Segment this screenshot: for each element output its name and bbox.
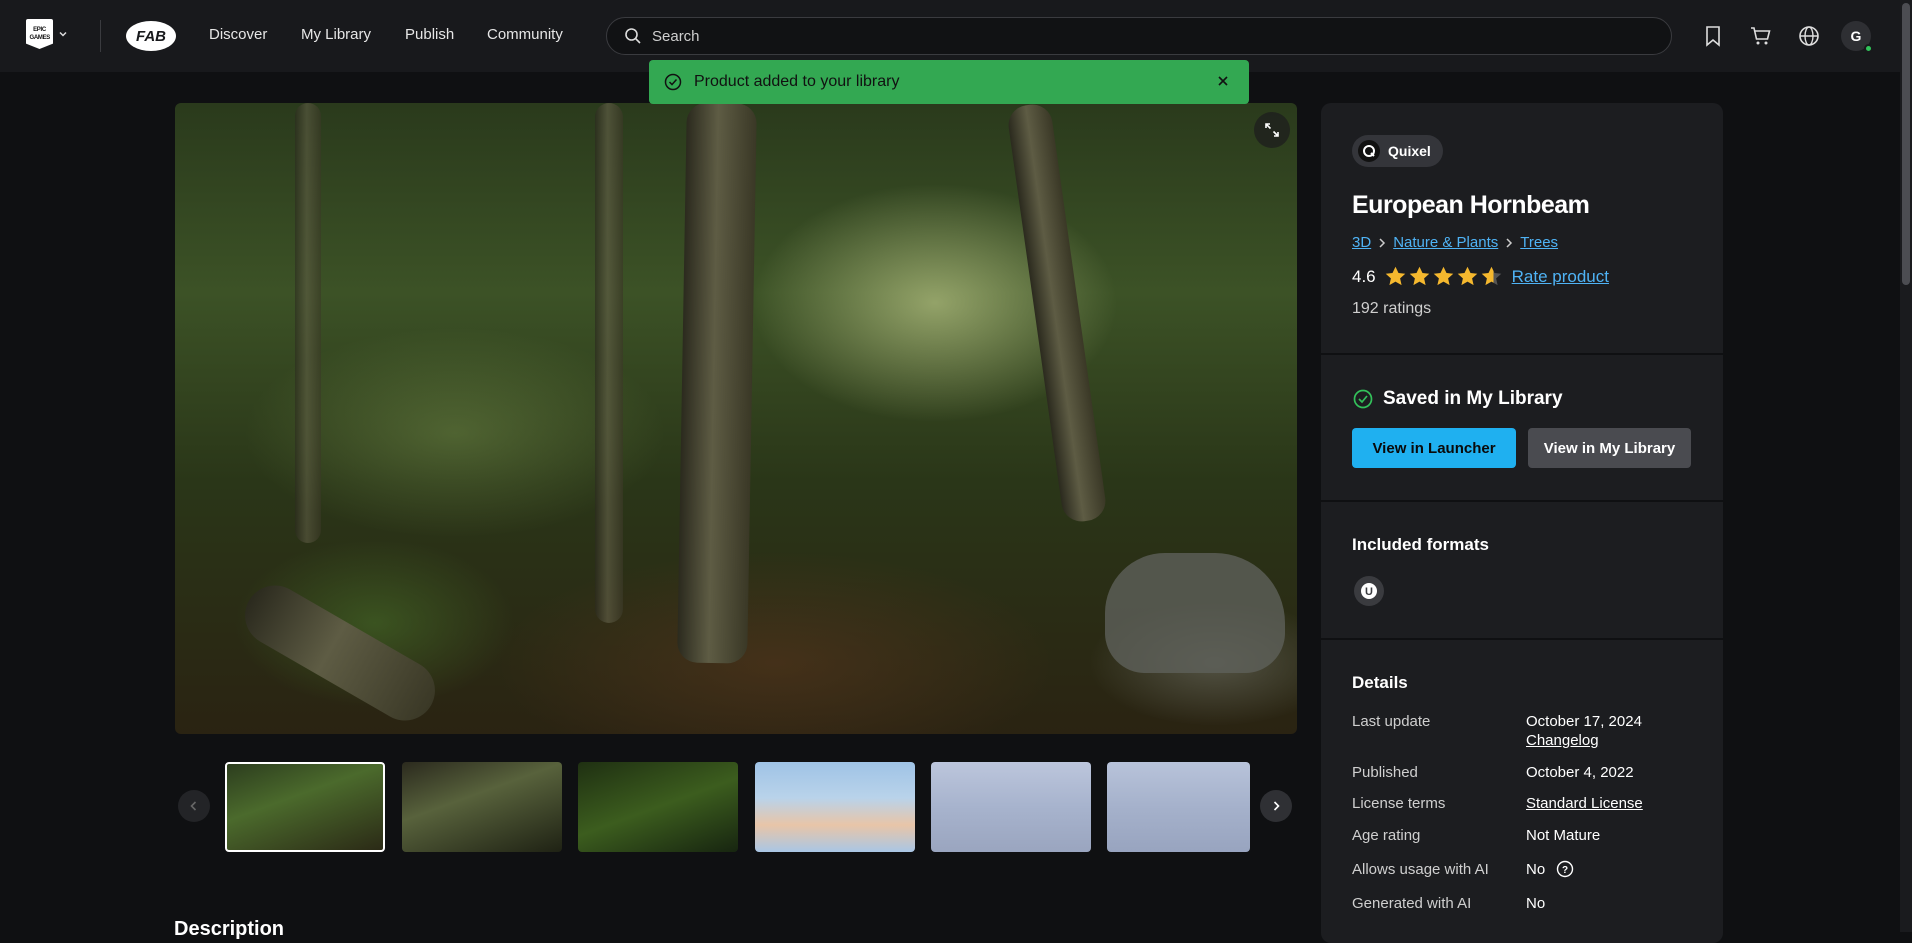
nav-community[interactable]: Community [487, 26, 563, 43]
tree-trunk [595, 103, 623, 623]
last-update-label: Last update [1352, 713, 1431, 730]
breadcrumb-trees[interactable]: Trees [1520, 234, 1558, 251]
saved-status: Saved in My Library [1353, 388, 1563, 410]
chevron-right-icon [1273, 801, 1280, 811]
ai-generated-label: Generated with AI [1352, 895, 1472, 912]
quixel-logo-icon [1358, 140, 1380, 162]
license-terms-label: License terms [1352, 795, 1446, 812]
license-terms-link[interactable]: Standard License [1526, 795, 1643, 812]
cart-icon[interactable] [1749, 24, 1773, 48]
rating-value: 4.6 [1352, 266, 1376, 286]
ai-usage-value: No [1526, 861, 1546, 878]
view-in-launcher-button[interactable]: View in Launcher [1352, 428, 1516, 468]
published-value: October 4, 2022 [1526, 764, 1634, 781]
star-icon [1433, 266, 1453, 286]
chevron-down-icon[interactable] [58, 29, 68, 39]
toast-message: Product added to your library [694, 73, 900, 90]
thumbnail-5[interactable] [931, 762, 1091, 852]
seller-badge[interactable]: Quixel [1352, 135, 1443, 167]
description-heading: Description [174, 918, 285, 940]
close-icon[interactable] [1215, 73, 1231, 89]
ai-usage-label: Allows usage with AI [1352, 861, 1489, 878]
expand-icon [1265, 123, 1279, 137]
chevron-left-icon [190, 801, 197, 811]
thumbnail-1[interactable] [225, 762, 385, 852]
help-icon[interactable]: ? [1556, 860, 1574, 878]
panel-divider [1321, 500, 1723, 502]
tree-trunk [677, 103, 757, 664]
rock [1105, 553, 1285, 673]
included-formats-heading: Included formats [1352, 535, 1489, 554]
globe-icon[interactable] [1797, 24, 1821, 48]
fab-logo[interactable]: FAB [125, 20, 177, 52]
view-in-my-library-button[interactable]: View in My Library [1528, 428, 1691, 468]
check-circle-icon [1353, 389, 1373, 409]
published-label: Published [1352, 764, 1418, 781]
svg-text:FAB: FAB [136, 28, 166, 45]
bookmark-icon[interactable] [1701, 24, 1725, 48]
epic-games-logo[interactable]: EPIC GAMES [26, 19, 53, 49]
product-info-panel [1321, 103, 1723, 943]
tree-trunk [1005, 103, 1109, 525]
thumbnail-2[interactable] [402, 762, 562, 852]
check-circle-icon [664, 73, 682, 91]
success-toast: Product added to your library [649, 60, 1249, 104]
changelog-link[interactable]: Changelog [1526, 732, 1599, 749]
star-icon [1385, 266, 1405, 286]
thumbnails-next-button[interactable] [1260, 790, 1292, 822]
thumbnail-6[interactable] [1107, 762, 1250, 852]
expand-button[interactable] [1254, 112, 1290, 148]
breadcrumb: 3D Nature & Plants Trees [1352, 234, 1558, 251]
search-input[interactable]: Search [606, 17, 1672, 55]
search-placeholder: Search [652, 27, 700, 45]
saved-label: Saved in My Library [1383, 388, 1563, 409]
product-main-image[interactable] [175, 103, 1297, 734]
chevron-right-icon [1506, 237, 1513, 248]
tree-trunk [295, 103, 321, 543]
breadcrumb-3d[interactable]: 3D [1352, 234, 1371, 251]
rating-row: 4.6 Rate product [1352, 265, 1609, 288]
fallen-log [234, 574, 446, 732]
star-icon [1457, 266, 1477, 286]
rate-product-link[interactable]: Rate product [1512, 267, 1609, 287]
scrollbar-thumb[interactable] [1902, 3, 1910, 285]
unreal-engine-icon[interactable]: U [1354, 576, 1384, 606]
divider [100, 20, 101, 52]
seller-name: Quixel [1388, 143, 1431, 159]
star-icon [1481, 266, 1501, 286]
panel-divider [1321, 638, 1723, 640]
nav-my-library[interactable]: My Library [301, 26, 371, 43]
svg-text:?: ? [1562, 865, 1568, 876]
age-rating-value: Not Mature [1526, 827, 1601, 844]
ratings-count: 192 ratings [1352, 300, 1432, 317]
details-heading: Details [1352, 673, 1408, 692]
thumbnails-prev-button[interactable] [178, 790, 210, 822]
nav-publish[interactable]: Publish [405, 26, 454, 43]
ai-generated-value: No [1526, 895, 1546, 912]
thumbnail-3[interactable] [578, 762, 738, 852]
star-rating [1384, 265, 1504, 288]
product-title: European Hornbeam [1352, 191, 1590, 219]
star-icon [1409, 266, 1429, 286]
chevron-right-icon [1379, 237, 1386, 248]
panel-divider [1321, 353, 1723, 355]
svg-text:U: U [1365, 586, 1373, 598]
last-update-value: October 17, 2024 [1526, 713, 1642, 730]
thumbnail-4[interactable] [755, 762, 915, 852]
search-icon [625, 28, 641, 44]
breadcrumb-nature-plants[interactable]: Nature & Plants [1393, 234, 1498, 251]
online-status-dot [1864, 44, 1873, 53]
nav-discover[interactable]: Discover [209, 26, 267, 43]
age-rating-label: Age rating [1352, 827, 1421, 844]
